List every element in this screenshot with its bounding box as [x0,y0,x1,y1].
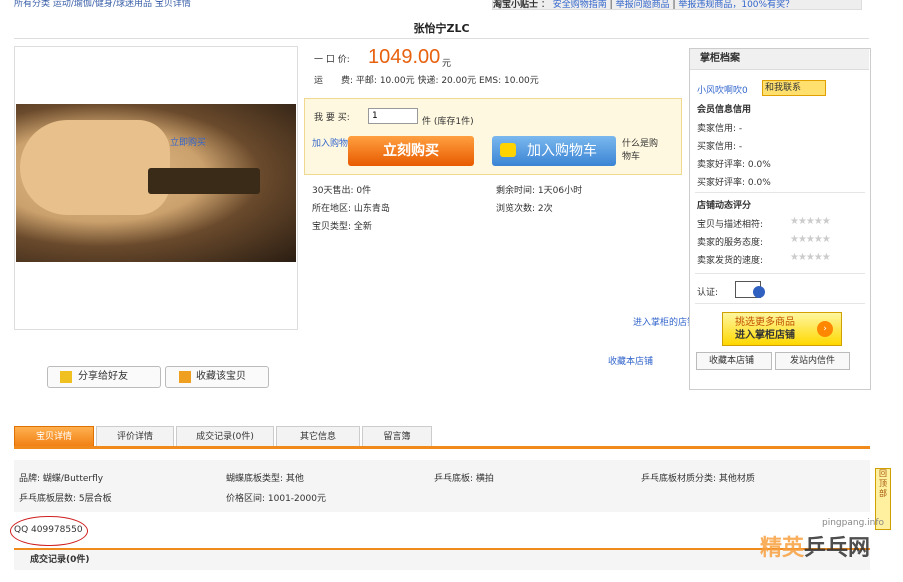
enter-store-link[interactable]: 进入掌柜的店铺 [633,315,696,328]
watermark-logo-b: 乒乓网 [804,536,871,561]
tab-reviews[interactable]: 评价详情 [96,426,174,447]
page-title: 张怡宁ZLC [413,22,470,35]
tips-bar: 淘宝小贴士 ： 安全购物指南 | 举报问题商品 | 举报违规商品，100%有奖？ [492,0,862,10]
collect-label: 收藏该宝贝 [196,371,246,382]
sidebar-divider [695,192,865,193]
view-count: 浏览次数: 2次 [496,204,553,214]
what-is-cart-link[interactable]: 什么是购物车 [622,138,666,164]
rating-service-label: 卖家的服务态度: [697,238,764,248]
contact-button[interactable]: 和我联系 [762,80,826,96]
sidebar-divider [695,303,865,304]
breadcrumb[interactable]: 所有分类 运动/瑜伽/健身/球迷用品 宝贝详情 [14,0,191,9]
tab-other-info[interactable]: 其它信息 [276,426,360,447]
enter-store-text: 进入掌柜店铺 [735,330,795,341]
watermark-url: pingpang.info [822,518,885,528]
rating-description-label: 宝贝与描述相符: [697,220,764,230]
tab-underline [14,446,870,449]
records-title: 成交记录(0件) [30,555,90,565]
share-label: 分享给好友 [78,371,128,382]
attr-price-range: 价格区间: 1001-2000元 [226,494,326,504]
shopping-cart-icon [500,143,516,157]
send-message-button[interactable]: 发站内信件 [775,352,850,370]
buy-quantity-label: 我 要 买: [314,113,350,123]
seller-good-rate: 卖家好评率: 0.0% [697,160,771,170]
item-type: 宝贝类型: 全新 [312,222,372,232]
price-value: 1049.00 [368,46,441,68]
favorite-store-link[interactable]: 收藏本店铺 [608,354,653,367]
rating-description-stars: ★★★★★ [790,216,831,227]
title-divider [14,38,869,39]
sold-30-days: 30天售出: 0件 [312,186,372,196]
shipping-label: 运 费: [314,76,354,86]
rating-service-stars: ★★★★★ [790,234,831,245]
buyer-credit: 买家信用: - [697,142,743,152]
tab-transactions[interactable]: 成交记录(0件) [176,426,274,447]
tab-item-details[interactable]: 宝贝详情 [14,426,94,447]
attr-brand: 品牌: 蝴蝶/Butterfly [19,474,104,484]
collect-icon [179,371,191,383]
send-message-label: 发站内信件 [790,356,836,366]
tip-link-report[interactable]: 举报问题商品 [616,0,670,10]
share-icon [60,371,72,383]
pick-more-text: 挑选更多商品 [735,317,795,328]
buyer-good-rate: 买家好评率: 0.0% [697,178,771,188]
watermark-logo-a: 精英 [760,536,805,561]
share-button[interactable]: 分享给好友 [47,366,161,388]
paddle-handle-shape [148,168,260,194]
fav-store-label: 收藏本店铺 [709,356,755,366]
enter-store-banner[interactable]: 挑选更多商品 进入掌柜店铺 › [722,312,842,346]
records-header: 成交记录(0件) [14,550,870,570]
qq-highlight-circle [10,516,88,546]
buy-now-button[interactable]: 立刻购买 [348,136,474,166]
shipping-row: 运 费: 平邮: 10.00元 快递: 20.00元 EMS: 10.00元 [314,73,539,86]
quantity-input[interactable] [368,108,418,124]
attr-layers: 乒乓底板层数: 5层合板 [19,494,112,504]
stock-note: 件 (库存1件) [422,117,474,127]
add-to-cart-label: 加入购物车 [527,143,597,159]
sidebar-title: 掌柜档案 [690,49,869,70]
sidebar-fav-store-button[interactable]: 收藏本店铺 [696,352,772,370]
attr-blade-type: 蝴蝶底板类型: 其他 [226,474,304,484]
price-label: 一 口 价: [314,55,350,65]
auth-label: 认证: [697,288,719,298]
attr-grip: 乒乓底板: 横拍 [434,474,494,484]
seller-name-link[interactable]: 小风吹啊吹0 [697,83,748,96]
watermark-logo: 精英乒乓网 [760,530,870,562]
rating-shipping-label: 卖家发货的速度: [697,256,764,266]
image-buy-now-link[interactable]: 立即购买 [170,135,206,148]
location: 所在地区: 山东青岛 [312,204,390,214]
tip-link-guide[interactable]: 安全购物指南 [553,0,607,10]
seller-credit: 卖家信用: - [697,124,743,134]
sidebar-title-text: 掌柜档案 [700,53,740,64]
attribute-panel: 品牌: 蝴蝶/Butterfly 蝴蝶底板类型: 其他 乒乓底板: 横拍 乒乓底… [14,460,870,512]
price-currency: 元 [442,59,452,69]
remaining-time: 剩余时间: 1天06小时 [496,186,583,196]
member-credit-title: 会员信息信用 [697,105,752,115]
sidebar-divider [695,273,865,274]
store-rating-title: 店铺动态评分 [697,201,752,211]
certification-badge-icon [753,286,765,298]
collect-item-button[interactable]: 收藏该宝贝 [165,366,269,388]
rating-shipping-stars: ★★★★★ [790,252,831,263]
attr-material: 乒乓底板材质分类: 其他材质 [641,474,755,484]
paddle-blade-shape [20,120,170,215]
tips-title: 淘宝小贴士 [493,0,539,10]
arrow-right-icon: › [817,321,833,337]
top-bar: 所有分类 运动/瑜伽/健身/球迷用品 宝贝详情 淘宝小贴士 ： 安全购物指南 |… [0,0,903,10]
shipping-info: 平邮: 10.00元 快递: 20.00元 EMS: 10.00元 [355,76,539,86]
tip-link-report-violation[interactable]: 举报违规商品，100%有奖？ [678,0,794,10]
tab-guestbook[interactable]: 留言簿 [362,426,432,447]
